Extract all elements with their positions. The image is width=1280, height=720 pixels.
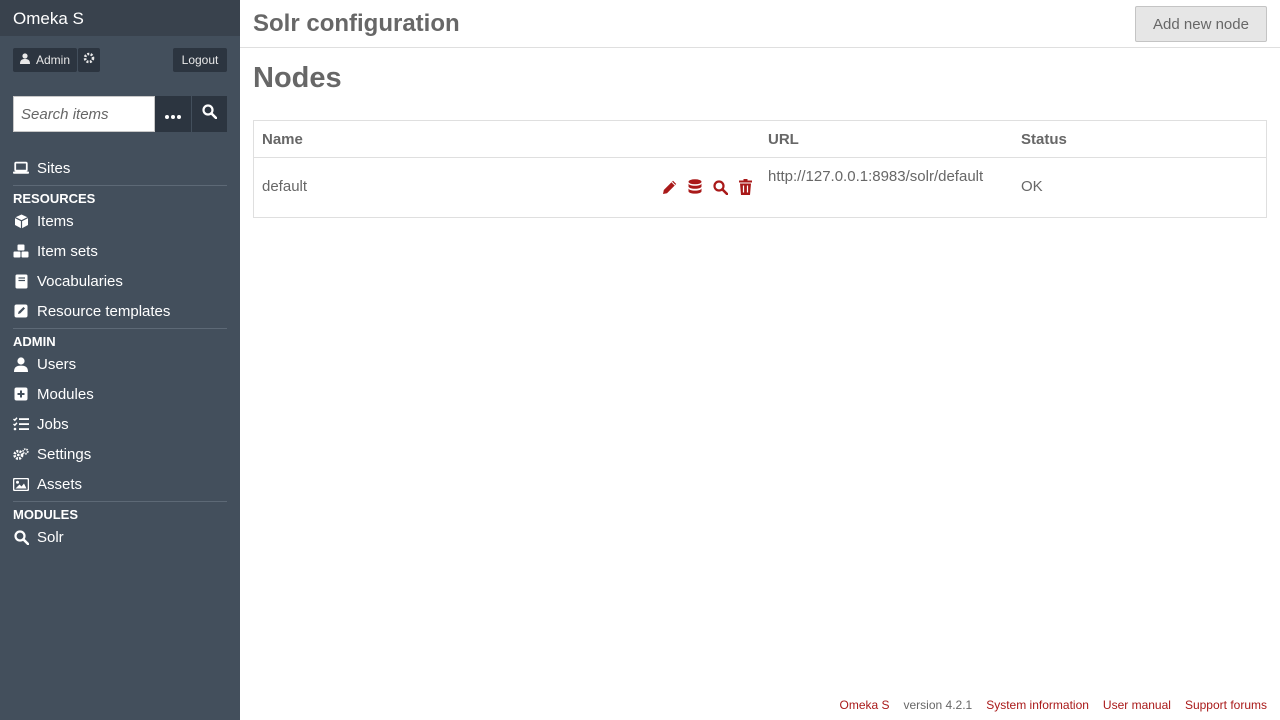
ellipsis-icon — [165, 106, 181, 122]
tasks-icon — [13, 416, 29, 432]
node-name: default — [262, 178, 308, 195]
sidebar-item-label: Users — [37, 355, 77, 373]
node-url: http://127.0.0.1:8983/solr/default — [768, 168, 984, 185]
sidebar-item-label: Vocabularies — [37, 272, 123, 290]
search-icon[interactable] — [712, 178, 728, 196]
nav-heading-resources: Resources — [13, 191, 96, 206]
user-name: Admin — [36, 53, 71, 67]
sidebar-item-label: Settings — [37, 445, 92, 463]
page-title: Solr configuration — [253, 10, 460, 37]
column-header-name: Name — [262, 131, 303, 148]
pencil-icon[interactable] — [662, 178, 678, 196]
search-form — [13, 96, 227, 132]
nav-heading-admin: Admin — [13, 334, 56, 349]
sidebar-item-label: Item sets — [37, 242, 98, 260]
plus-square-icon — [13, 386, 29, 402]
user-settings-button[interactable] — [78, 48, 100, 72]
sidebar-item-label: Items — [37, 212, 74, 230]
user-icon — [13, 356, 29, 372]
sidebar-item-vocabularies[interactable]: Vocabularies — [13, 266, 227, 296]
row-actions — [662, 178, 753, 196]
sidebar-item-label: Resource templates — [37, 302, 171, 320]
sidebar-item-item-sets[interactable]: Item sets — [13, 236, 227, 266]
table-header: Name URL Status — [254, 121, 1266, 158]
page-header: Solr configuration Add new node — [240, 0, 1280, 48]
search-submit-button[interactable] — [191, 96, 227, 132]
footer: Omeka S version 4.2.1 System information… — [839, 698, 1267, 712]
sidebar-item-jobs[interactable]: Jobs — [13, 409, 227, 439]
gears-icon — [13, 446, 29, 462]
footer-omeka-link[interactable]: Omeka S — [839, 698, 889, 712]
brand-title[interactable]: Omeka S — [0, 0, 240, 36]
advanced-search-button[interactable] — [155, 96, 191, 132]
sidebar-nav: Sites Resources Items Item sets Vocabula… — [13, 153, 227, 552]
footer-support-link[interactable]: Support forums — [1185, 698, 1267, 712]
column-header-url: URL — [768, 131, 799, 148]
sidebar-item-label: Modules — [37, 385, 94, 403]
sidebar: Omeka S Admin Logout Search items Sites … — [0, 0, 240, 720]
footer-version: version 4.2.1 — [903, 698, 973, 712]
column-header-status: Status — [1021, 131, 1067, 148]
sidebar-item-sites[interactable]: Sites — [13, 153, 227, 183]
trash-icon[interactable] — [737, 178, 753, 196]
image-icon — [13, 476, 29, 492]
user-icon — [20, 53, 30, 67]
database-icon[interactable] — [687, 178, 703, 196]
cube-icon — [13, 213, 29, 229]
gear-icon — [83, 51, 95, 69]
search-icon — [202, 104, 218, 124]
sidebar-item-label: Solr — [37, 528, 64, 546]
nav-heading-modules: Modules — [13, 507, 78, 522]
sidebar-item-label: Sites — [37, 159, 71, 177]
nodes-table: Name URL Status default http://127.0.0.1… — [253, 120, 1267, 218]
node-status: OK — [1021, 178, 1043, 195]
user-button[interactable]: Admin — [13, 48, 77, 72]
section-title: Nodes — [253, 62, 342, 94]
sidebar-item-users[interactable]: Users — [13, 349, 227, 379]
sidebar-item-solr[interactable]: Solr — [13, 522, 227, 552]
sidebar-item-resource-templates[interactable]: Resource templates — [13, 296, 227, 326]
sidebar-item-assets[interactable]: Assets — [13, 469, 227, 499]
sidebar-item-items[interactable]: Items — [13, 206, 227, 236]
add-new-node-button[interactable]: Add new node — [1135, 6, 1267, 42]
footer-user-manual-link[interactable]: User manual — [1103, 698, 1171, 712]
search-input[interactable] — [13, 96, 155, 132]
cubes-icon — [13, 243, 29, 259]
laptop-icon — [13, 160, 29, 176]
table-row: default http://127.0.0.1:8983/solr/defau… — [254, 158, 1266, 217]
book-icon — [13, 273, 29, 289]
sidebar-item-settings[interactable]: Settings — [13, 439, 227, 469]
sidebar-item-label: Jobs — [37, 415, 69, 433]
sidebar-item-modules[interactable]: Modules — [13, 379, 227, 409]
logout-button[interactable]: Logout — [173, 48, 227, 72]
search-icon — [13, 529, 29, 545]
footer-system-info-link[interactable]: System information — [986, 698, 1089, 712]
sidebar-item-label: Assets — [37, 475, 83, 493]
user-bar: Admin Logout — [13, 48, 227, 72]
edit-square-icon — [13, 303, 29, 319]
